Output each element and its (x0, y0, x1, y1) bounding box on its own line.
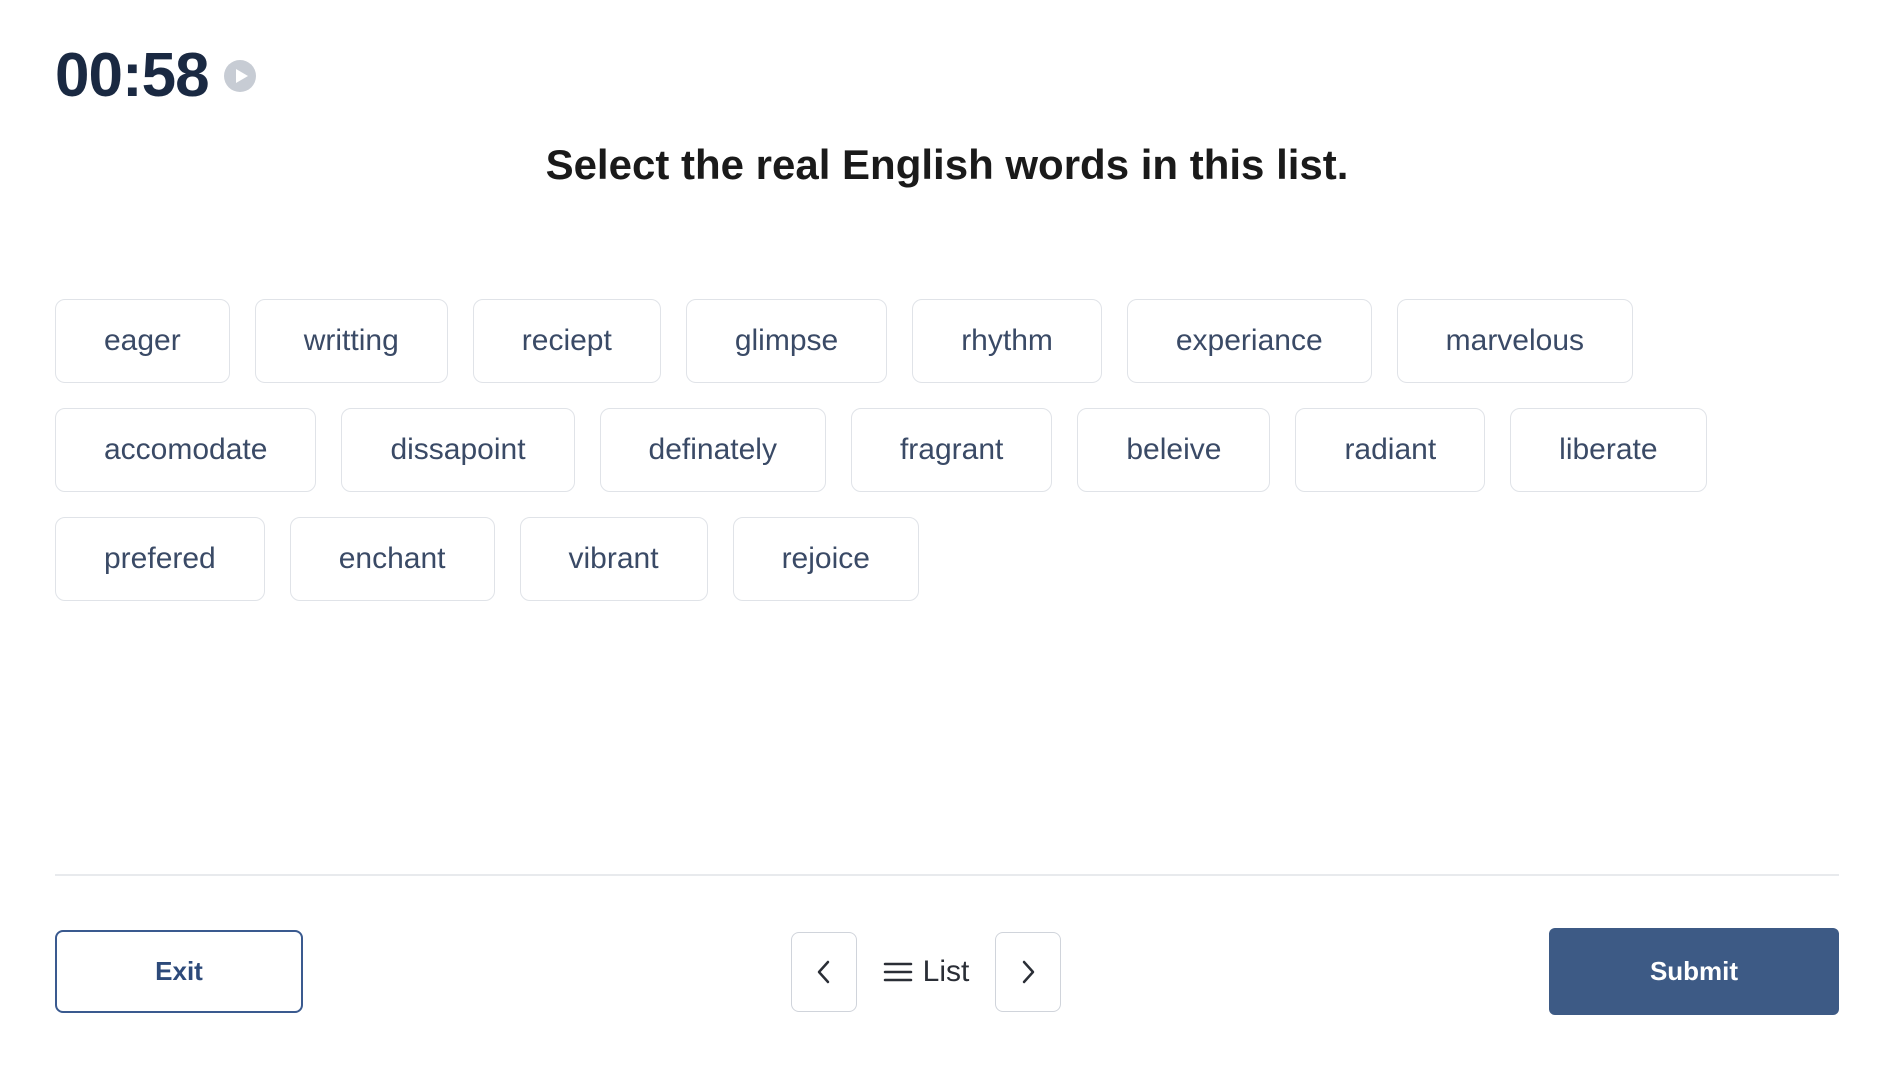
word-chip[interactable]: rhythm (912, 299, 1102, 383)
word-chip[interactable]: eager (55, 299, 230, 383)
word-chip[interactable]: liberate (1510, 408, 1706, 492)
word-chip[interactable]: vibrant (520, 517, 708, 601)
timer-display: 00:58 (55, 40, 209, 111)
word-chip[interactable]: dissapoint (341, 408, 574, 492)
footer-row: Exit List Submit (55, 928, 1839, 1015)
submit-button[interactable]: Submit (1549, 928, 1839, 1015)
footer-divider (55, 874, 1839, 876)
nav-group: List (791, 932, 1062, 1012)
question-title: Select the real English words in this li… (55, 141, 1839, 189)
word-chip[interactable]: radiant (1295, 408, 1485, 492)
word-chip[interactable]: enchant (290, 517, 495, 601)
word-chip[interactable]: prefered (55, 517, 265, 601)
word-chip[interactable]: marvelous (1397, 299, 1633, 383)
list-toggle[interactable]: List (875, 955, 978, 989)
word-chip[interactable]: fragrant (851, 408, 1052, 492)
list-icon (883, 960, 913, 984)
word-chip[interactable]: experiance (1127, 299, 1372, 383)
word-chip[interactable]: glimpse (686, 299, 887, 383)
word-chip[interactable]: writting (255, 299, 448, 383)
timer-row: 00:58 (55, 40, 1839, 111)
word-chip[interactable]: beleive (1077, 408, 1270, 492)
next-button[interactable] (995, 932, 1061, 1012)
words-container: eager writting reciept glimpse rhythm experia… (55, 299, 1839, 601)
chevron-right-icon (1018, 958, 1038, 986)
word-chip[interactable]: rejoice (733, 517, 919, 601)
word-chip[interactable]: reciept (473, 299, 661, 383)
footer: Exit List Submit (55, 874, 1839, 1015)
exit-button[interactable]: Exit (55, 930, 303, 1013)
prev-button[interactable] (791, 932, 857, 1012)
list-label: List (923, 955, 970, 989)
play-icon[interactable] (224, 60, 256, 92)
chevron-left-icon (814, 958, 834, 986)
word-chip[interactable]: definately (600, 408, 826, 492)
word-chip[interactable]: accomodate (55, 408, 316, 492)
